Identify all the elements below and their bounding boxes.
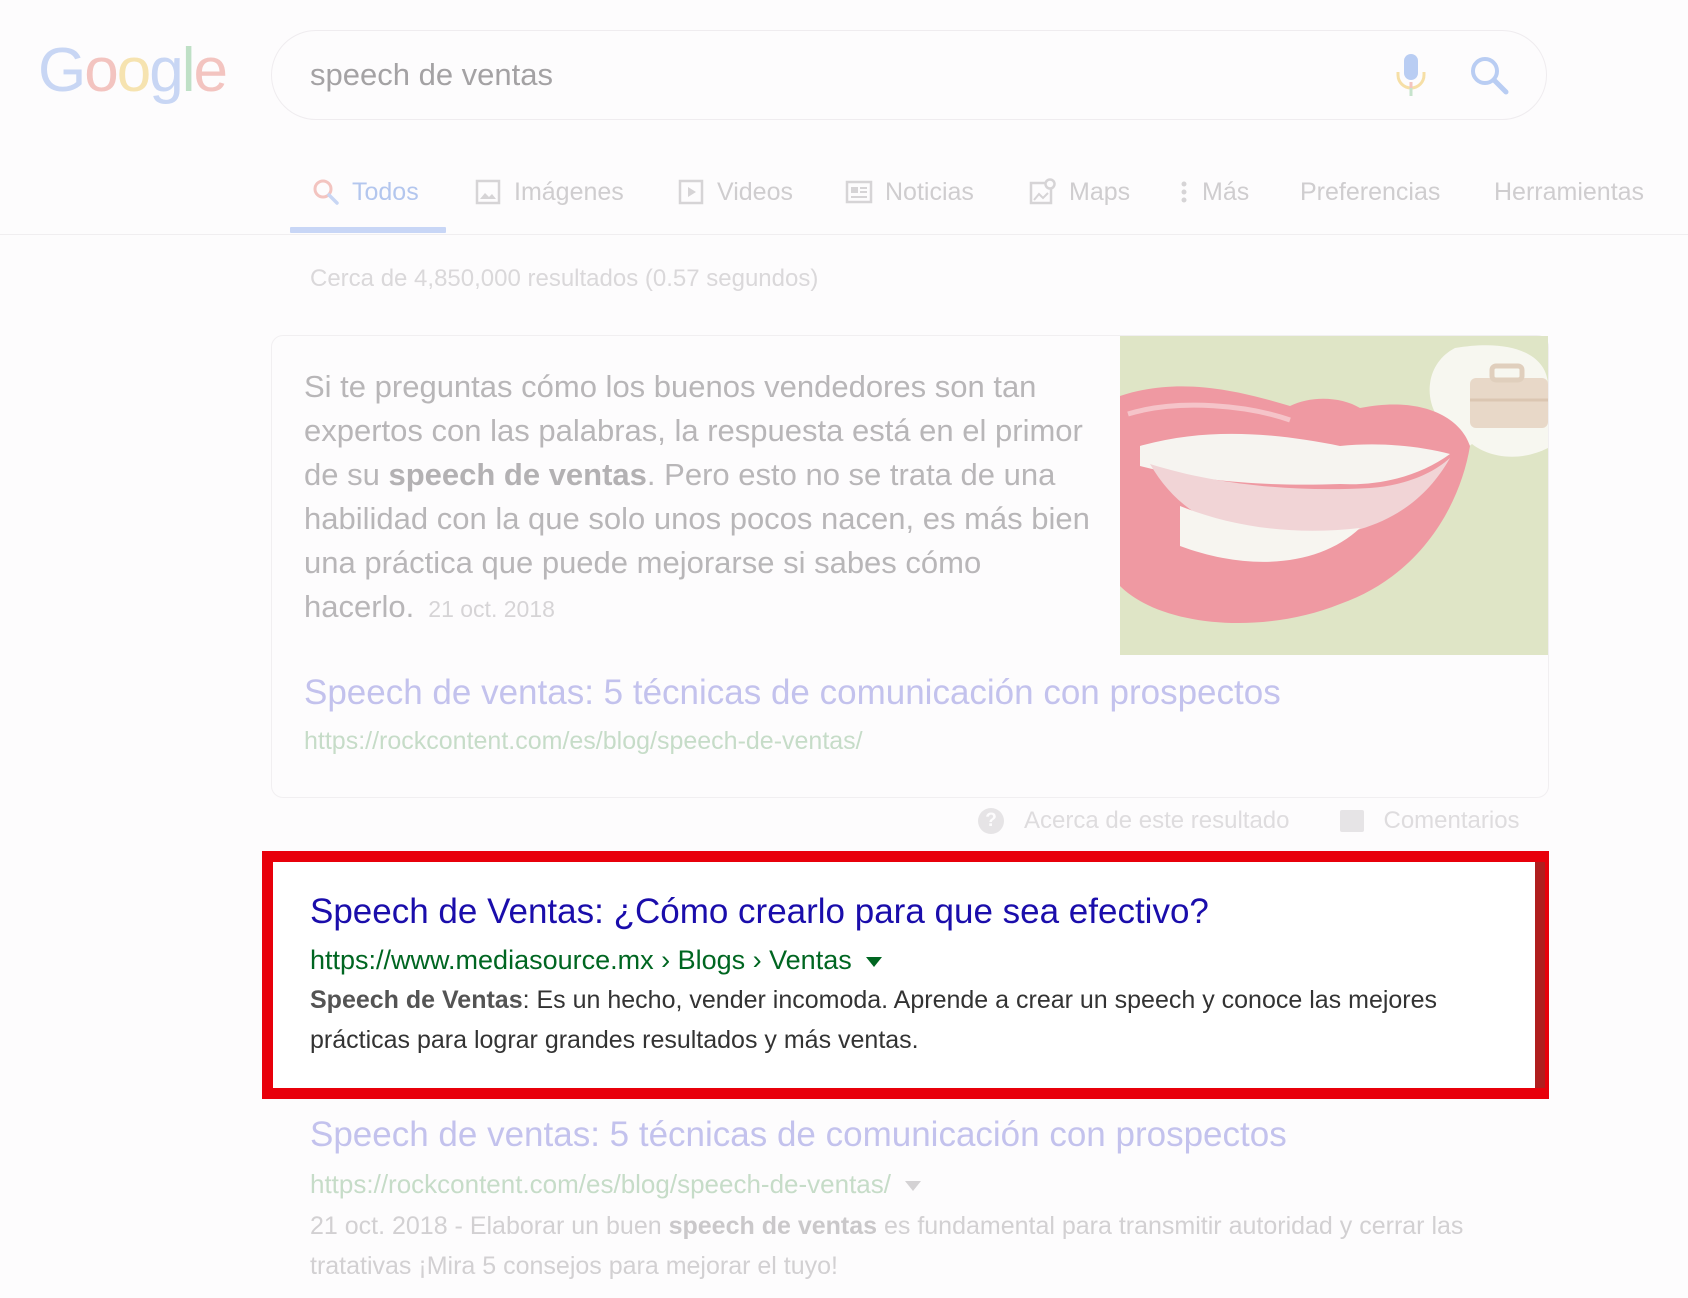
tab-imagenes[interactable]: Imágenes: [474, 170, 624, 214]
tab-herramientas[interactable]: Herramientas: [1494, 170, 1644, 214]
result-desc-text: Elaborar un buen: [469, 1212, 669, 1240]
logo-letter: o: [84, 36, 119, 105]
logo-letter: l: [181, 36, 196, 105]
tab-label: Herramientas: [1494, 177, 1645, 206]
help-icon[interactable]: ?: [978, 808, 1004, 834]
tab-label: Imágenes: [514, 177, 624, 206]
result-desc-bold: speech de ventas: [668, 1212, 878, 1240]
tab-noticias[interactable]: Noticias: [845, 170, 974, 214]
tab-label: Videos: [717, 177, 793, 206]
tab-label: Noticias: [885, 177, 974, 206]
google-logo[interactable]: Google: [38, 36, 228, 106]
featured-snippet-text: Si te preguntas cómo los buenos vendedor…: [304, 365, 1094, 631]
logo-letter: G: [38, 36, 86, 105]
result-url[interactable]: https://www.mediasource.mx › Blogs › Ven…: [310, 942, 882, 978]
featured-snippet-title-link[interactable]: Speech de ventas: 5 técnicas de comunica…: [304, 668, 1281, 718]
tab-label: Maps: [1069, 177, 1131, 206]
lips-speech-bubble-image[interactable]: [1120, 336, 1548, 655]
caret-down-icon[interactable]: [904, 1181, 921, 1192]
tab-todos[interactable]: Todos: [312, 170, 419, 214]
search-icon[interactable]: [1468, 54, 1510, 96]
feedback-link[interactable]: Comentarios: [1384, 807, 1520, 835]
active-tab-indicator: [290, 227, 446, 233]
result-desc-date: 21 oct. 2018 -: [310, 1212, 470, 1240]
more-vert-icon: [1181, 181, 1187, 203]
result-url[interactable]: https://rockcontent.com/es/blog/speech-d…: [310, 1166, 921, 1202]
result-stats: Cerca de 4,850,000 resultados (0.57 segu…: [310, 265, 819, 292]
snippet-date: 21 oct. 2018: [428, 596, 555, 622]
tab-preferencias[interactable]: Preferencias: [1300, 170, 1440, 214]
result-url-text[interactable]: https://www.mediasource.mx › Blogs › Ven…: [310, 945, 852, 975]
tab-videos[interactable]: Videos: [677, 170, 793, 214]
image-icon: [475, 179, 501, 205]
highlight-frame-shadow: [1535, 862, 1545, 1088]
logo-letter: g: [149, 36, 184, 105]
microphone-icon[interactable]: [1393, 52, 1429, 98]
feedback-icon[interactable]: [1339, 810, 1364, 832]
about-result-link[interactable]: Acerca de este resultado: [1024, 807, 1290, 835]
result-title-link[interactable]: Speech de ventas: 5 técnicas de comunica…: [310, 1110, 1287, 1160]
result-title-link[interactable]: Speech de Ventas: ¿Cómo crearlo para que…: [310, 888, 1209, 936]
search-tabs: Todos Imágenes Videos Noticias Maps Más …: [0, 150, 1688, 235]
tab-label: Todos: [352, 177, 419, 206]
news-icon: [845, 180, 873, 204]
featured-snippet-url[interactable]: https://rockcontent.com/es/blog/speech-d…: [304, 724, 863, 758]
video-icon: [678, 179, 704, 205]
tab-label: Preferencias: [1300, 177, 1441, 206]
tab-label: Más: [1202, 177, 1250, 206]
result-desc-bold: Speech de Ventas: [310, 986, 523, 1014]
search-icon: [313, 179, 339, 205]
search-input[interactable]: speech de ventas: [310, 52, 553, 98]
logo-letter: o: [116, 36, 152, 105]
result-description: 21 oct. 2018 - Elaborar un buen speech d…: [310, 1206, 1540, 1286]
result-description: Speech de Ventas: Es un hecho, vender in…: [310, 980, 1520, 1060]
map-icon: [1029, 178, 1056, 205]
tab-mas[interactable]: Más: [1178, 170, 1249, 214]
logo-letter: e: [193, 36, 228, 105]
result-url-text[interactable]: https://rockcontent.com/es/blog/speech-d…: [310, 1169, 891, 1199]
about-result-row: ? Acerca de este resultado Comentarios: [978, 804, 1520, 838]
tab-maps[interactable]: Maps: [1029, 170, 1130, 214]
snippet-text-bold: speech de ventas: [388, 457, 647, 492]
caret-down-icon[interactable]: [865, 956, 882, 967]
